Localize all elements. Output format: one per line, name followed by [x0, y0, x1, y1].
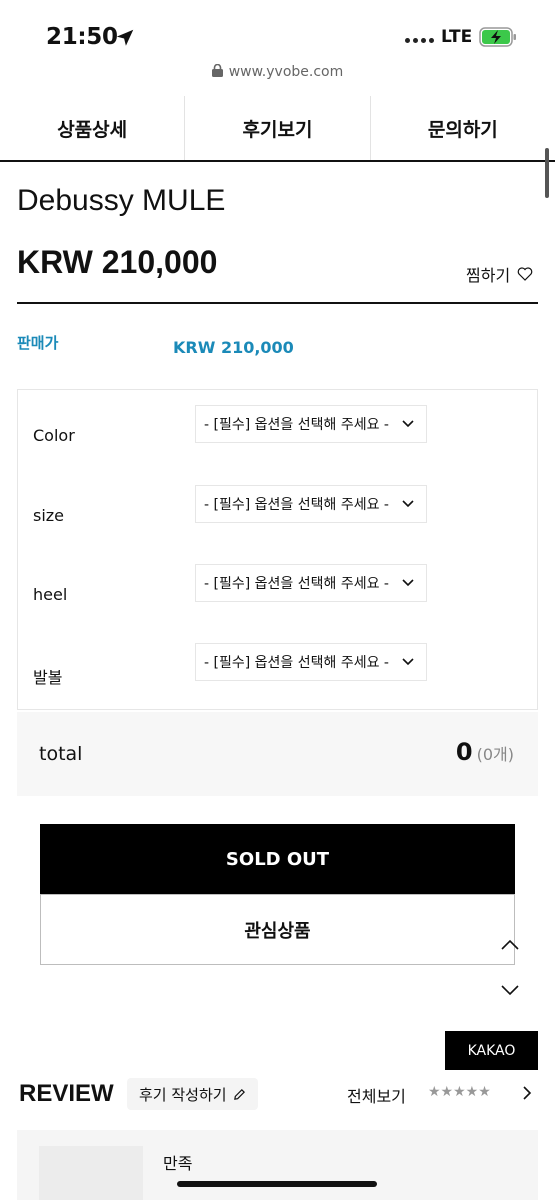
status-bar: 21:50 LTE [0, 0, 555, 60]
kakao-button[interactable]: KAKAO [445, 1031, 538, 1070]
wishlist-button[interactable]: 찜하기 [466, 262, 534, 286]
total-count: (0개) [476, 745, 514, 764]
review-text: 만족 [163, 1154, 193, 1173]
scroll-down-icon[interactable] [500, 983, 520, 997]
chevron-down-icon [402, 579, 414, 587]
home-indicator [177, 1181, 377, 1187]
sold-out-button[interactable]: SOLD OUT [40, 824, 515, 894]
divider [17, 302, 538, 304]
lock-icon [211, 64, 223, 77]
view-all-reviews-link[interactable]: 전체보기 [347, 1083, 406, 1107]
scrollbar[interactable] [545, 148, 549, 198]
sale-price-label: 판매가 [17, 334, 59, 352]
write-review-label: 후기 작성하기 [139, 1085, 227, 1104]
option-label: Color [33, 426, 75, 445]
chevron-down-icon [402, 500, 414, 508]
location-arrow-icon [116, 29, 134, 46]
url-text: www.yvobe.com [228, 64, 344, 80]
review-image [39, 1146, 143, 1200]
select-value: - [필수] 옵션을 선택해 주세요 - [204, 417, 389, 433]
chevron-down-icon [402, 420, 414, 428]
size-select[interactable]: - [필수] 옵션을 선택해 주세요 - [195, 485, 427, 523]
tab-product-detail[interactable]: 상품상세 [0, 96, 186, 160]
chevron-down-icon [402, 658, 414, 666]
tab-reviews[interactable]: 후기보기 [185, 96, 371, 160]
option-row-color: Color - [필수] 옵션을 선택해 주세요 - [18, 390, 537, 445]
signal-dots-icon [405, 38, 434, 43]
product-title: Debussy MULE [17, 184, 226, 217]
option-row-size: size - [필수] 옵션을 선택해 주세요 - [18, 470, 537, 525]
width-select[interactable]: - [필수] 옵션을 선택해 주세요 - [195, 643, 427, 681]
product-price: KRW 210,000 [17, 244, 218, 280]
option-label: 발볼 [33, 668, 63, 687]
battery-charging-icon [479, 27, 516, 47]
rating-stars: ★★★★★ [428, 1084, 491, 1100]
heart-icon [517, 267, 533, 281]
network-type: LTE [441, 27, 473, 47]
options-panel: Color - [필수] 옵션을 선택해 주세요 - size - [필수] 옵… [17, 389, 538, 710]
select-value: - [필수] 옵션을 선택해 주세요 - [204, 655, 389, 671]
review-card[interactable]: 만족 [17, 1130, 538, 1200]
scroll-up-icon[interactable] [500, 938, 520, 952]
wishlist-label: 찜하기 [466, 266, 511, 285]
select-value: - [필수] 옵션을 선택해 주세요 - [204, 576, 389, 592]
color-select[interactable]: - [필수] 옵션을 선택해 주세요 - [195, 405, 427, 443]
pencil-icon [233, 1088, 245, 1100]
write-review-button[interactable]: 후기 작성하기 [127, 1078, 258, 1110]
review-section-title: REVIEW [19, 1080, 114, 1107]
status-time: 21:50 [46, 24, 118, 50]
total-value: 0 (0개) [456, 738, 514, 766]
product-tabs: 상품상세 후기보기 문의하기 [0, 96, 555, 162]
option-row-heel: heel - [필수] 옵션을 선택해 주세요 - [18, 549, 537, 604]
total-amount: 0 [455, 738, 473, 766]
chevron-right-icon[interactable] [522, 1086, 532, 1100]
sale-price-value: KRW 210,000 [173, 338, 294, 357]
option-row-width: 발볼 - [필수] 옵션을 선택해 주세요 - [18, 628, 537, 687]
select-value: - [필수] 옵션을 선택해 주세요 - [204, 497, 389, 513]
option-label: size [33, 506, 65, 525]
interest-button[interactable]: 관심상품 [40, 894, 515, 965]
option-label: heel [33, 585, 68, 604]
total-panel: total 0 (0개) [17, 712, 538, 796]
heel-select[interactable]: - [필수] 옵션을 선택해 주세요 - [195, 564, 427, 602]
tab-inquiry[interactable]: 문의하기 [371, 96, 555, 160]
url-bar[interactable]: www.yvobe.com [0, 64, 555, 80]
total-label: total [39, 743, 83, 765]
